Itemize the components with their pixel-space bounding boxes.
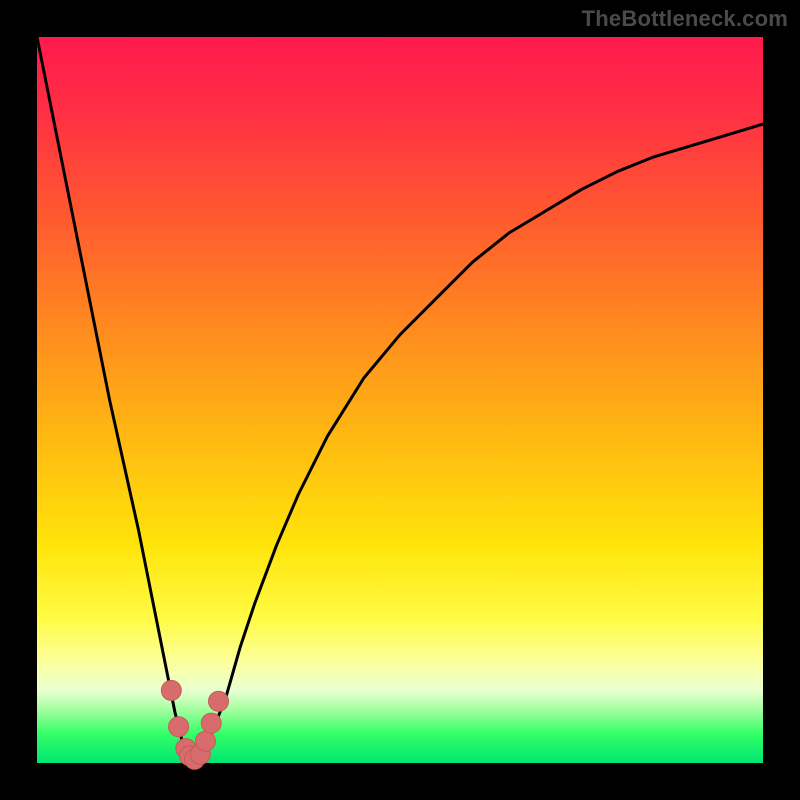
marker-dot: [201, 713, 221, 733]
marker-dot: [169, 717, 189, 737]
plot-area: [37, 37, 763, 763]
curve-svg: [37, 37, 763, 763]
marker-dot: [161, 680, 181, 700]
watermark-text: TheBottleneck.com: [582, 6, 788, 32]
outer-frame: TheBottleneck.com: [0, 0, 800, 800]
highlight-markers: [161, 680, 228, 769]
marker-dot: [195, 731, 215, 751]
bottleneck-curve: [37, 37, 763, 759]
marker-dot: [209, 691, 229, 711]
